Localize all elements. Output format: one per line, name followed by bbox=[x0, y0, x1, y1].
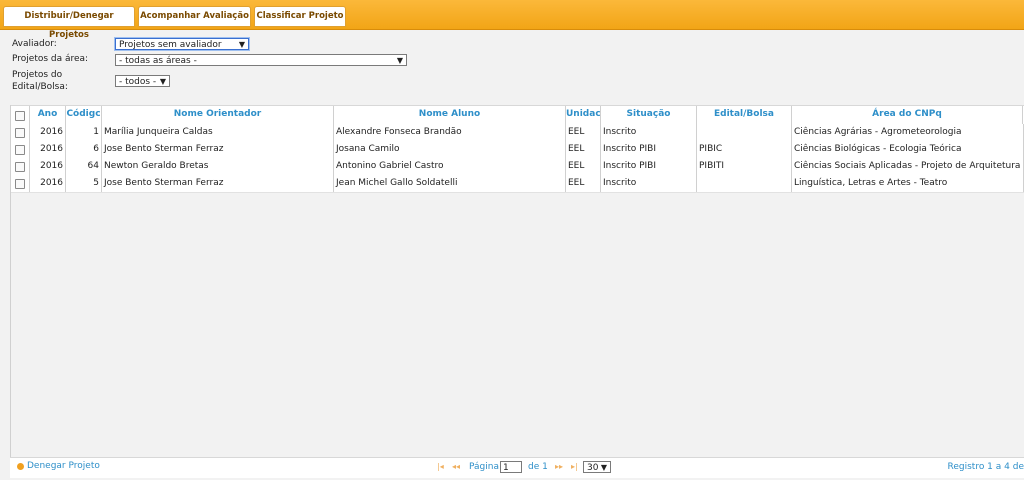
cell-edital bbox=[697, 124, 792, 141]
first-page-icon[interactable]: |◂ bbox=[437, 462, 444, 471]
row-checkbox[interactable] bbox=[15, 128, 25, 138]
cell-orientador: Jose Bento Sterman Ferraz bbox=[102, 141, 334, 158]
column-header-unidade[interactable]: Unidac bbox=[566, 106, 601, 124]
cell-area: Ciências Agrárias - Agrometeorologia bbox=[792, 124, 1024, 141]
cell-orientador: Jose Bento Sterman Ferraz bbox=[102, 175, 334, 192]
filter-panel: Avaliador: Projetos sem avaliador ▼ Proj… bbox=[0, 30, 1024, 100]
cell-aluno: Jean Michel Gallo Soldatelli bbox=[334, 175, 566, 192]
column-header-edital[interactable]: Edital/Bolsa bbox=[697, 106, 792, 124]
cell-edital: PIBIC bbox=[697, 141, 792, 158]
page-input[interactable]: 1 bbox=[500, 461, 522, 473]
area-label: Projetos da área: bbox=[12, 54, 89, 64]
area-select-value: - todas as áreas - bbox=[119, 56, 197, 66]
cell-orientador: Newton Geraldo Bretas bbox=[102, 158, 334, 175]
cell-orientador: Marília Junqueira Caldas bbox=[102, 124, 334, 141]
cell-aluno: Alexandre Fonseca Brandão bbox=[334, 124, 566, 141]
page-count-label: de 1 bbox=[528, 462, 548, 472]
chevron-down-icon: ▼ bbox=[159, 77, 166, 86]
column-header-codigo[interactable]: Códigc bbox=[66, 106, 102, 124]
table-row[interactable]: 2016 1 Marília Junqueira Caldas Alexandr… bbox=[11, 124, 1024, 142]
cell-ano: 2016 bbox=[30, 175, 66, 192]
cell-situacao: Inscrito PIBI bbox=[601, 141, 697, 158]
chevron-down-icon: ▼ bbox=[600, 463, 607, 472]
avaliador-select-value: Projetos sem avaliador bbox=[119, 40, 222, 50]
edital-label-line1: Projetos do bbox=[12, 70, 63, 80]
projects-grid: Ano Códigc Nome Orientador Nome Aluno Un… bbox=[10, 105, 1024, 457]
denegar-icon bbox=[17, 463, 24, 470]
row-checkbox[interactable] bbox=[15, 145, 25, 155]
cell-situacao: Inscrito PIBI bbox=[601, 158, 697, 175]
column-header-ano[interactable]: Ano bbox=[30, 106, 66, 124]
pagina-label: Página bbox=[469, 462, 499, 472]
table-row[interactable]: 2016 5 Jose Bento Sterman Ferraz Jean Mi… bbox=[11, 175, 1024, 193]
cell-unidade: EEL bbox=[566, 158, 601, 175]
prev-page-icon[interactable]: ◂◂ bbox=[452, 462, 460, 471]
table-row[interactable]: 2016 6 Jose Bento Sterman Ferraz Josana … bbox=[11, 141, 1024, 159]
grid-header: Ano Códigc Nome Orientador Nome Aluno Un… bbox=[11, 105, 1024, 125]
cell-situacao: Inscrito bbox=[601, 124, 697, 141]
cell-area: Ciências Biológicas - Ecologia Teórica bbox=[792, 141, 1024, 158]
row-checkbox[interactable] bbox=[15, 179, 25, 189]
cell-codigo: 5 bbox=[66, 175, 102, 192]
cell-unidade: EEL bbox=[566, 124, 601, 141]
top-toolbar: Distribuir/Denegar Projetos Acompanhar A… bbox=[0, 0, 1024, 40]
tab-distribuir-denegar[interactable]: Distribuir/Denegar Projetos bbox=[3, 6, 135, 40]
edital-label-line2: Edital/Bolsa: bbox=[12, 82, 68, 92]
row-select-cell bbox=[11, 141, 30, 158]
cell-edital bbox=[697, 175, 792, 192]
cell-situacao: Inscrito bbox=[601, 175, 697, 192]
cell-ano: 2016 bbox=[30, 158, 66, 175]
tab-classificar-projeto[interactable]: Classificar Projeto bbox=[254, 6, 346, 27]
chevron-down-icon: ▼ bbox=[396, 56, 403, 65]
cell-area: Linguística, Letras e Artes - Teatro bbox=[792, 175, 1024, 192]
grid-footer: Denegar Projeto |◂ ◂◂ Página 1 de 1 ▸▸ ▸… bbox=[10, 457, 1024, 478]
chevron-down-icon: ▼ bbox=[238, 40, 245, 49]
column-header-situacao[interactable]: Situação bbox=[601, 106, 697, 124]
row-select-cell bbox=[11, 175, 30, 192]
avaliador-label: Avaliador: bbox=[12, 39, 57, 49]
cell-ano: 2016 bbox=[30, 124, 66, 141]
area-select[interactable]: - todas as áreas - ▼ bbox=[115, 54, 407, 66]
cell-ano: 2016 bbox=[30, 141, 66, 158]
page-size-select[interactable]: 30 ▼ bbox=[583, 461, 611, 473]
cell-unidade: EEL bbox=[566, 175, 601, 192]
cell-aluno: Josana Camilo bbox=[334, 141, 566, 158]
cell-unidade: EEL bbox=[566, 141, 601, 158]
row-select-cell bbox=[11, 158, 30, 175]
denegar-projeto-button[interactable]: Denegar Projeto bbox=[27, 461, 100, 471]
avaliador-select[interactable]: Projetos sem avaliador ▼ bbox=[115, 38, 249, 50]
select-all-checkbox[interactable] bbox=[15, 111, 25, 121]
cell-codigo: 64 bbox=[66, 158, 102, 175]
column-header-orientador[interactable]: Nome Orientador bbox=[102, 106, 334, 124]
cell-codigo: 6 bbox=[66, 141, 102, 158]
cell-codigo: 1 bbox=[66, 124, 102, 141]
cell-edital: PIBITI bbox=[697, 158, 792, 175]
last-page-icon[interactable]: ▸| bbox=[571, 462, 578, 471]
table-row[interactable]: 2016 64 Newton Geraldo Bretas Antonino G… bbox=[11, 158, 1024, 176]
column-header-area[interactable]: Área do CNPq bbox=[792, 106, 1023, 124]
row-select-cell bbox=[11, 124, 30, 141]
cell-area: Ciências Sociais Aplicadas - Projeto de … bbox=[792, 158, 1024, 175]
select-all-cell bbox=[11, 106, 30, 124]
next-page-icon[interactable]: ▸▸ bbox=[555, 462, 563, 471]
cell-aluno: Antonino Gabriel Castro bbox=[334, 158, 566, 175]
tab-acompanhar-avaliacao[interactable]: Acompanhar Avaliação bbox=[138, 6, 251, 27]
edital-select-value: - todos - bbox=[119, 77, 157, 87]
record-count: Registro 1 a 4 de bbox=[947, 462, 1024, 472]
edital-select[interactable]: - todos - ▼ bbox=[115, 75, 170, 87]
page-size-value: 30 bbox=[587, 463, 599, 473]
column-header-aluno[interactable]: Nome Aluno bbox=[334, 106, 566, 124]
row-checkbox[interactable] bbox=[15, 162, 25, 172]
